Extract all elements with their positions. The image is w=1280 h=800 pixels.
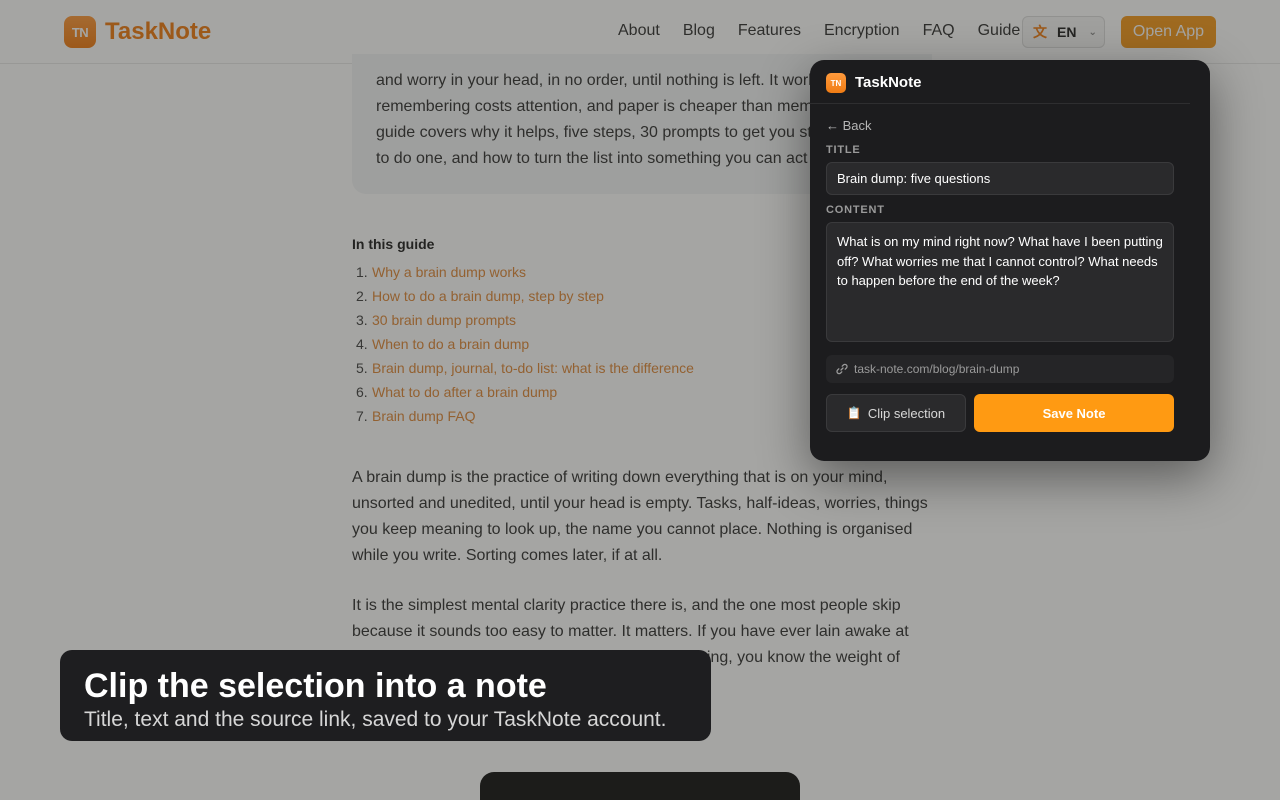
save-note-button[interactable]: Save Note [974, 394, 1174, 432]
content-textarea[interactable]: What is on my mind right now? What have … [826, 222, 1174, 342]
popup-header: TN TaskNote [810, 60, 1190, 104]
content-label: CONTENT [826, 204, 885, 216]
clipboard-icon: 📋 [846, 406, 862, 420]
clip-selection-button[interactable]: 📋 Clip selection [826, 394, 966, 432]
caption-overlay: Clip the selection into a note Title, te… [60, 650, 711, 741]
tasknote-logo-icon: TN [826, 73, 846, 93]
title-input[interactable] [826, 162, 1174, 195]
caption-title: Clip the selection into a note [84, 667, 547, 705]
source-url: task-note.com/blog/brain-dump [854, 362, 1020, 376]
link-icon [836, 363, 848, 375]
extension-popup: TN TaskNote ← Back TITLE CONTENT What is… [810, 60, 1210, 461]
popup-title: TaskNote [855, 74, 922, 91]
title-label: TITLE [826, 144, 861, 156]
source-link: task-note.com/blog/brain-dump [826, 355, 1174, 383]
clip-selection-label: Clip selection [867, 405, 946, 421]
back-button[interactable]: ← Back [826, 118, 872, 133]
caption-subtitle: Title, text and the source link, saved t… [84, 708, 667, 731]
